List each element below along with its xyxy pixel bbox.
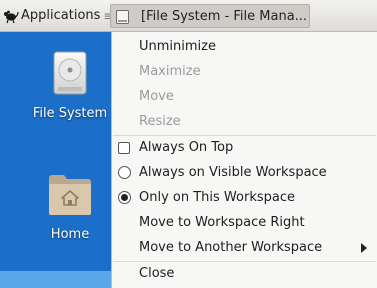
visible-workspace-radio[interactable] (118, 166, 131, 179)
taskbar-window-label: [File System - File Mana... (141, 8, 308, 24)
desktop-icon-label: Home (50, 227, 90, 242)
menu-item-label: Always on Visible Workspace (139, 165, 327, 180)
menu-item-move: Move (112, 84, 377, 109)
xfce-mouse-logo-icon (3, 8, 19, 24)
top-panel: Applications ≡ [File System - File Mana.… (0, 0, 377, 32)
menu-item-move-to-workspace-right[interactable]: Move to Workspace Right (112, 210, 377, 235)
home-folder-icon (25, 172, 115, 218)
always-on-top-checkbox[interactable] (118, 141, 130, 154)
window-context-menu: Unminimize Maximize Move Resize Always O… (111, 31, 377, 288)
menu-item-move-to-another-workspace[interactable]: Move to Another Workspace (112, 235, 377, 260)
submenu-arrow-icon (361, 242, 367, 253)
menu-item-only-on-this-workspace[interactable]: Only on This Workspace (112, 185, 377, 210)
desktop-icon-home[interactable]: Home (25, 172, 115, 242)
file-manager-window-icon (116, 9, 129, 24)
drive-icon (25, 50, 115, 96)
menu-item-resize: Resize (112, 109, 377, 134)
menu-item-label: Move to Another Workspace (139, 240, 323, 255)
applications-label: Applications (21, 8, 101, 23)
desktop-icon-file-system[interactable]: File System (25, 50, 115, 121)
applications-menu-button[interactable]: Applications ≡ (0, 0, 113, 31)
menu-item-label: Only on This Workspace (139, 190, 295, 205)
menu-item-label: Always On Top (139, 140, 234, 155)
menu-item-maximize: Maximize (112, 59, 377, 84)
menu-item-label: Close (139, 266, 175, 281)
menu-item-label: Move (139, 89, 174, 104)
taskbar-window-button[interactable]: [File System - File Mana... (110, 4, 310, 28)
menu-item-always-on-visible-workspace[interactable]: Always on Visible Workspace (112, 160, 377, 185)
menu-item-always-on-top[interactable]: Always On Top (112, 135, 377, 160)
menu-item-label: Resize (139, 114, 181, 129)
menu-item-unminimize[interactable]: Unminimize (112, 34, 377, 59)
this-workspace-radio-selected[interactable] (118, 191, 131, 204)
menu-item-label: Move to Workspace Right (139, 215, 305, 230)
menu-item-close[interactable]: Close (112, 261, 377, 286)
desktop-icon-label: File System (32, 106, 108, 121)
menu-item-label: Unminimize (139, 39, 216, 54)
menu-item-label: Maximize (139, 64, 201, 79)
